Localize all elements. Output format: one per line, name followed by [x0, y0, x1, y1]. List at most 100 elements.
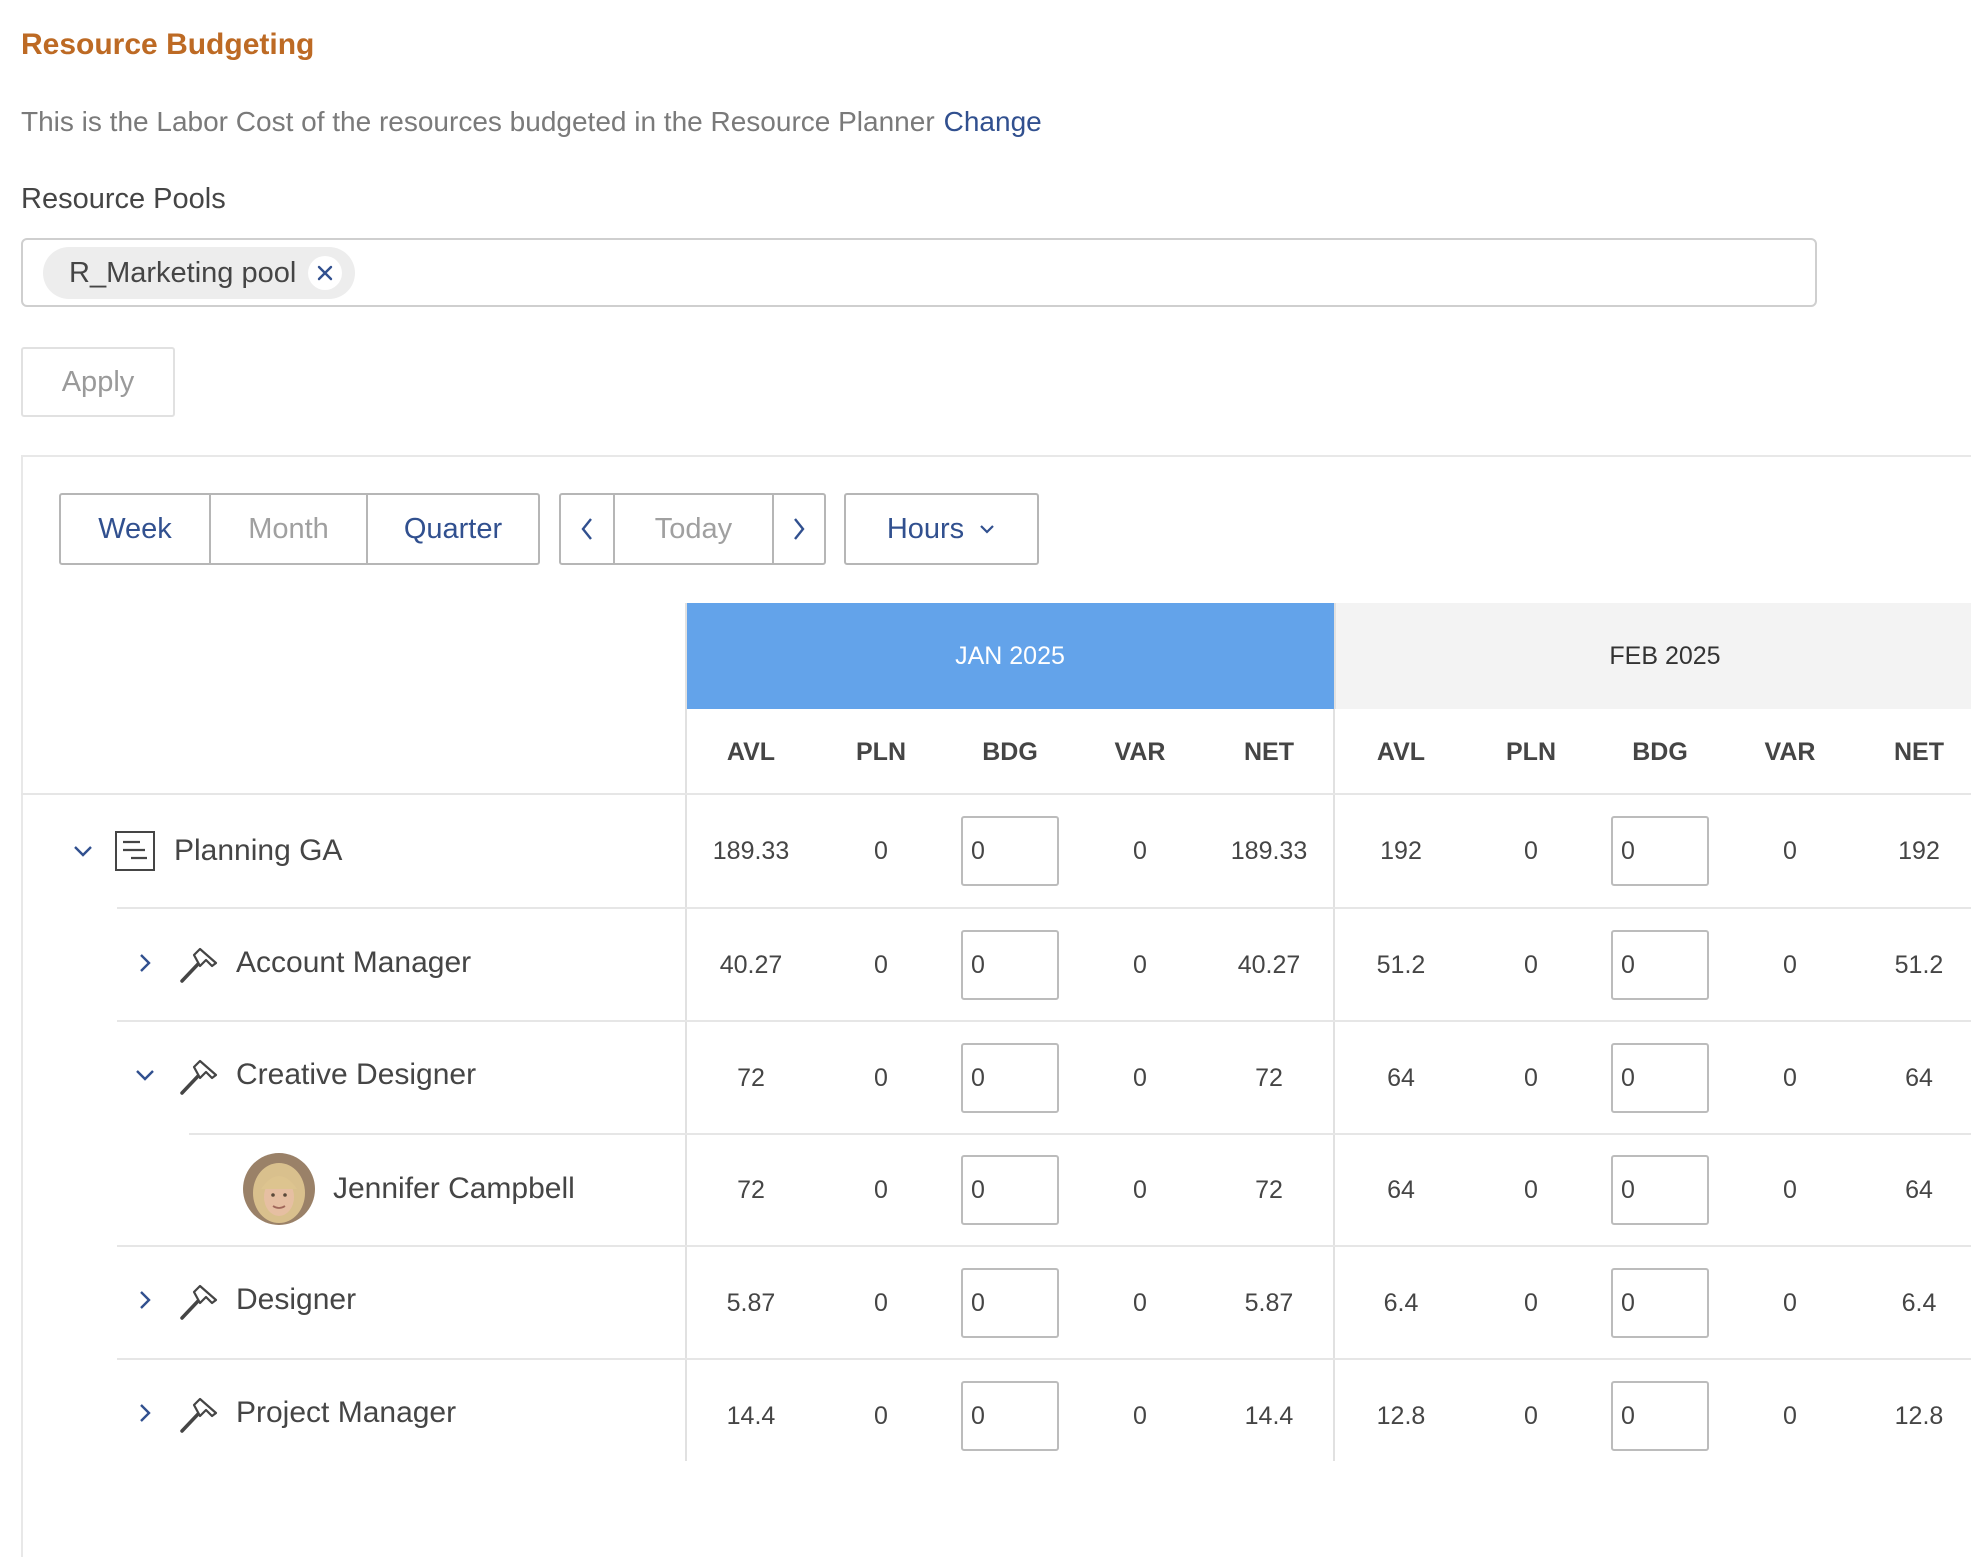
row-project-manager[interactable]: Project Manager: [134, 1380, 456, 1446]
page-description: This is the Labor Cost of the resources …: [21, 106, 1042, 138]
col-header-pln: PLN: [1506, 737, 1556, 766]
col-header-bdg: BDG: [982, 737, 1038, 766]
cell-pln: 0: [874, 950, 888, 979]
cell-pln: 0: [1524, 1063, 1538, 1092]
cell-avl: 40.27: [719, 950, 783, 979]
cell-net: 72: [1255, 1175, 1283, 1204]
cell-var: 0: [1133, 1401, 1147, 1430]
project-icon: [115, 831, 155, 871]
cell-pln: 0: [874, 1401, 888, 1430]
col-header-avl: AVL: [1376, 737, 1426, 766]
cell-var: 0: [1783, 1401, 1797, 1430]
cell-var: 0: [1133, 836, 1147, 865]
cell-avl: 51.2: [1376, 950, 1426, 979]
hammer-icon: [180, 1059, 218, 1095]
chevron-right-icon[interactable]: [134, 1289, 156, 1311]
budget-input[interactable]: 0: [961, 1043, 1059, 1113]
resource-pools-label: Resource Pools: [21, 183, 226, 215]
resource-pools-input[interactable]: R_Marketing pool: [21, 238, 1817, 307]
budget-input[interactable]: 0: [1611, 1268, 1709, 1338]
cell-var: 0: [1133, 1288, 1147, 1317]
col-header-pln: PLN: [856, 737, 906, 766]
budget-input[interactable]: 0: [1611, 1155, 1709, 1225]
remove-chip-button[interactable]: [308, 256, 343, 290]
chevron-down-icon: [980, 525, 994, 534]
cell-net: 5.87: [1244, 1288, 1294, 1317]
col-header-net: NET: [1244, 737, 1294, 766]
budget-input[interactable]: 0: [961, 1155, 1059, 1225]
cell-net: 192: [1898, 836, 1940, 865]
tab-month[interactable]: Month: [209, 495, 366, 563]
col-header-var: VAR: [1764, 737, 1816, 766]
cell-pln: 0: [1524, 1288, 1538, 1317]
cell-pln: 0: [874, 836, 888, 865]
grid-divider: [189, 1133, 1971, 1135]
cell-avl: 192: [1380, 836, 1422, 865]
today-button[interactable]: Today: [613, 495, 772, 563]
chevron-right-icon[interactable]: [134, 1402, 156, 1424]
tab-quarter[interactable]: Quarter: [366, 495, 538, 563]
cell-var: 0: [1783, 836, 1797, 865]
apply-button[interactable]: Apply: [21, 347, 175, 417]
row-label-text: Creative Designer: [236, 1058, 477, 1091]
cell-pln: 0: [1524, 950, 1538, 979]
cell-net: 51.2: [1894, 950, 1944, 979]
cell-net: 64: [1905, 1063, 1933, 1092]
chevron-right-icon[interactable]: [134, 952, 156, 974]
cell-pln: 0: [874, 1063, 888, 1092]
cell-net: 6.4: [1901, 1288, 1937, 1317]
cell-var: 0: [1783, 1063, 1797, 1092]
grid-divider: [117, 1020, 1971, 1022]
hammer-icon: [180, 1284, 218, 1320]
pool-chip: R_Marketing pool: [43, 247, 356, 299]
cell-pln: 0: [1524, 1175, 1538, 1204]
date-navigator: Today: [559, 493, 826, 565]
change-link[interactable]: Change: [944, 106, 1042, 137]
cell-net: 189.33: [1230, 836, 1308, 865]
grid-divider: [117, 1358, 1971, 1360]
prev-period-button[interactable]: [561, 495, 613, 563]
row-creative-designer[interactable]: Creative Designer: [134, 1042, 476, 1108]
cell-net: 14.4: [1244, 1401, 1294, 1430]
row-label-text: Designer: [236, 1283, 357, 1316]
row-jennifer-campbell[interactable]: Jennifer Campbell: [243, 1151, 575, 1227]
pool-chip-label: R_Marketing pool: [69, 256, 297, 289]
unit-dropdown-content: Hours: [846, 495, 1037, 563]
chevron-down-icon[interactable]: [134, 1064, 156, 1086]
grid-divider: [117, 1245, 1971, 1247]
chevron-down-icon[interactable]: [72, 840, 94, 862]
cell-var: 0: [1133, 1063, 1147, 1092]
next-period-button[interactable]: [772, 495, 824, 563]
grid-divider: [21, 793, 1971, 795]
budget-input[interactable]: 0: [1611, 1043, 1709, 1113]
cell-avl: 72: [737, 1175, 765, 1204]
row-planning-ga[interactable]: Planning GA: [72, 818, 342, 884]
avatar: [243, 1153, 315, 1225]
description-text: This is the Labor Cost of the resources …: [21, 106, 935, 137]
col-header-avl: AVL: [726, 737, 776, 766]
cell-var: 0: [1783, 950, 1797, 979]
unit-dropdown[interactable]: Hours: [844, 493, 1039, 565]
col-header-net: NET: [1894, 737, 1944, 766]
budget-input[interactable]: 0: [961, 1268, 1059, 1338]
cell-pln: 0: [874, 1175, 888, 1204]
tab-week[interactable]: Week: [61, 495, 209, 563]
cell-avl: 72: [737, 1063, 765, 1092]
budget-input[interactable]: 0: [961, 930, 1059, 1000]
col-header-bdg: BDG: [1632, 737, 1688, 766]
budget-input[interactable]: 0: [961, 816, 1059, 886]
budget-input[interactable]: 0: [1611, 816, 1709, 886]
grid-divider: [1333, 709, 1335, 1461]
row-label-text: Jennifer Campbell: [333, 1172, 575, 1205]
cell-avl: 189.33: [712, 836, 790, 865]
cell-avl: 5.87: [726, 1288, 776, 1317]
chevron-left-icon: [581, 518, 592, 540]
cell-pln: 0: [1524, 836, 1538, 865]
budget-input[interactable]: 0: [961, 1381, 1059, 1451]
month-header-jan: JAN 2025: [686, 603, 1334, 709]
budget-input[interactable]: 0: [1611, 930, 1709, 1000]
row-account-manager[interactable]: Account Manager: [134, 930, 471, 996]
cell-avl: 64: [1387, 1063, 1415, 1092]
row-designer[interactable]: Designer: [134, 1267, 356, 1333]
budget-input[interactable]: 0: [1611, 1381, 1709, 1451]
